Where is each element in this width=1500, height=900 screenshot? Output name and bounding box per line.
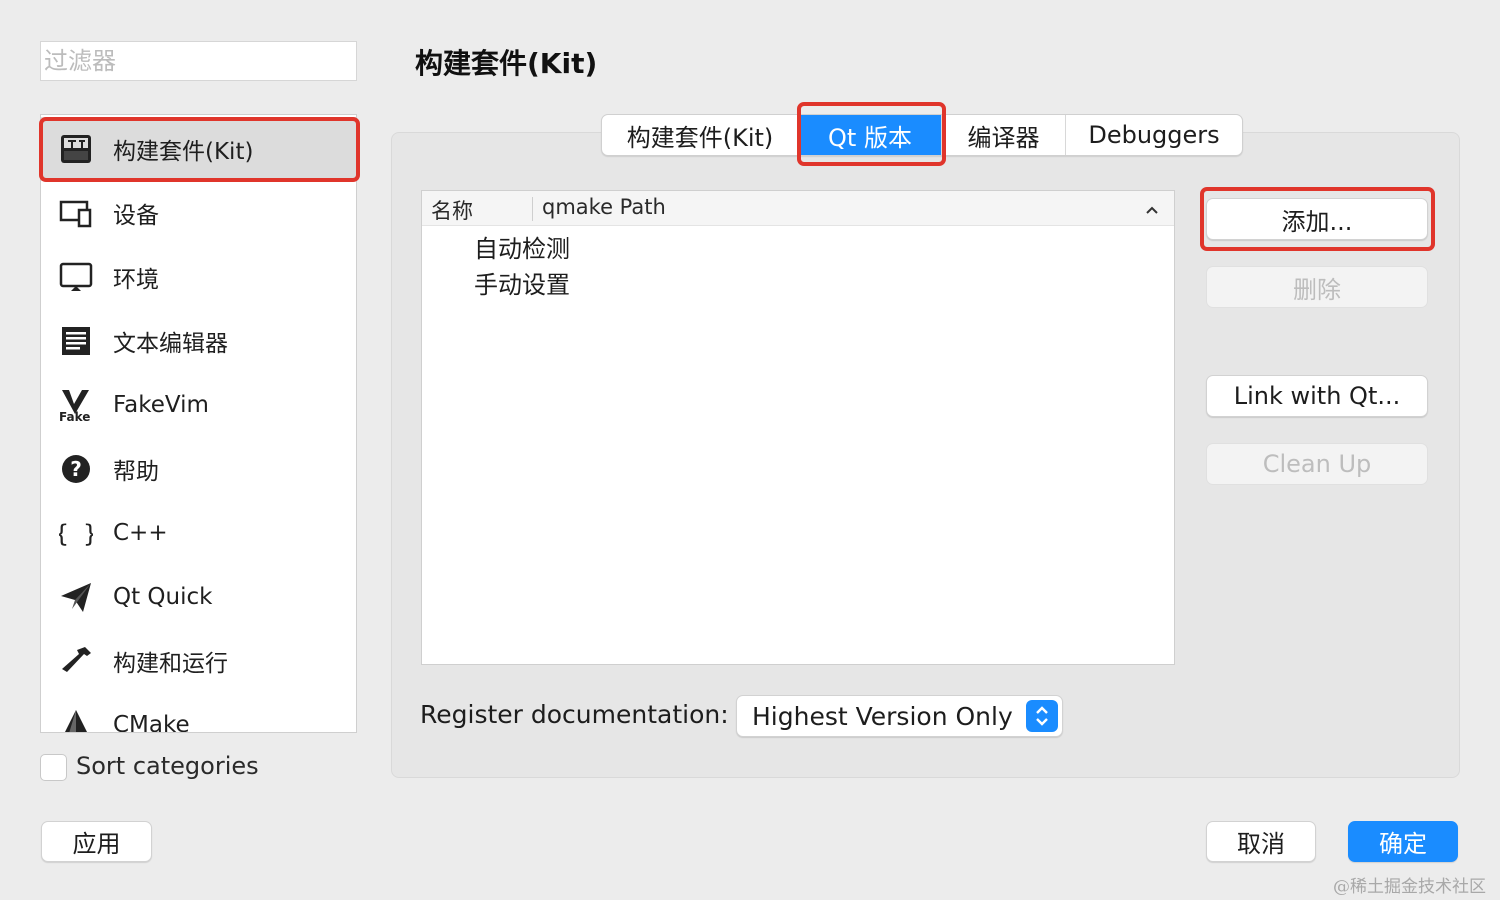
hammer-icon	[59, 644, 93, 678]
monitor-icon	[59, 260, 93, 294]
sort-categories-checkbox[interactable]	[40, 754, 67, 781]
sidebar-item-build-run[interactable]: 构建和运行	[41, 629, 356, 693]
sidebar-item-label: 文本编辑器	[113, 331, 228, 357]
sidebar-item-label: 设备	[113, 203, 159, 229]
add-button[interactable]: 添加...	[1206, 198, 1428, 240]
svg-text:?: ?	[70, 457, 82, 481]
column-header-name[interactable]: 名称	[431, 195, 473, 225]
sidebar-item-label: FakeVim	[113, 392, 209, 418]
tree-item-manual[interactable]: 手动设置	[474, 265, 570, 300]
sidebar-item-label: C++	[113, 520, 168, 546]
text-editor-icon	[59, 324, 93, 358]
register-documentation-label: Register documentation:	[420, 700, 729, 729]
paper-plane-icon	[59, 580, 93, 614]
sidebar-item-help[interactable]: ? 帮助	[41, 437, 356, 501]
device-icon	[59, 196, 93, 230]
column-header-qmake-path[interactable]: qmake Path	[542, 195, 666, 219]
ok-button[interactable]: 确定	[1348, 821, 1458, 862]
clean-up-button[interactable]: Clean Up	[1206, 443, 1428, 485]
sidebar-item-label: 环境	[113, 267, 159, 293]
sidebar-item-cmake[interactable]: CMake	[41, 693, 356, 733]
tab-debuggers[interactable]: Debuggers	[1066, 115, 1242, 155]
table-header: 名称 qmake Path	[422, 191, 1174, 226]
sidebar-item-text-editor[interactable]: 文本编辑器	[41, 309, 356, 373]
sidebar-item-label: 构建套件(Kit)	[113, 139, 254, 165]
chevron-up-down-icon	[1026, 700, 1058, 732]
register-documentation-value: Highest Version Only	[752, 701, 1013, 731]
fakevim-icon: Fake	[59, 388, 93, 422]
page-title: 构建套件(Kit)	[415, 47, 598, 80]
tab-bar: 构建套件(Kit) Qt 版本 编译器 Debuggers	[601, 114, 1243, 156]
sort-categories-label: Sort categories	[76, 752, 259, 780]
remove-button[interactable]: 删除	[1206, 266, 1428, 308]
kit-icon	[59, 132, 93, 166]
category-list: 构建套件(Kit) 设备 环境 文本编辑器 Fake FakeVim ? 帮助 …	[40, 114, 357, 733]
sidebar-item-kits[interactable]: 构建套件(Kit)	[41, 117, 356, 181]
sidebar-item-label: 构建和运行	[113, 651, 228, 677]
tab-compilers[interactable]: 编译器	[942, 115, 1066, 155]
sidebar-item-cpp[interactable]: { } C++	[41, 501, 356, 565]
cmake-icon	[59, 708, 93, 732]
help-icon: ?	[59, 452, 93, 486]
sidebar-item-label: Qt Quick	[113, 584, 213, 610]
tab-kits[interactable]: 构建套件(Kit)	[602, 115, 799, 155]
sidebar-item-label: 帮助	[113, 459, 159, 485]
svg-text:Fake: Fake	[59, 410, 90, 422]
register-documentation-select[interactable]: Highest Version Only	[736, 695, 1063, 737]
watermark: @稀土掘金技术社区	[1333, 877, 1486, 897]
chevron-up-icon[interactable]	[1144, 199, 1160, 223]
sidebar-item-qt-quick[interactable]: Qt Quick	[41, 565, 356, 629]
braces-icon: { }	[59, 516, 93, 550]
tree-item-auto-detected[interactable]: 自动检测	[474, 229, 570, 264]
sidebar-item-devices[interactable]: 设备	[41, 181, 356, 245]
tab-qt-versions[interactable]: Qt 版本	[799, 115, 942, 155]
cancel-button[interactable]: 取消	[1206, 821, 1316, 862]
svg-text:{ }: { }	[59, 520, 93, 548]
sidebar-item-environment[interactable]: 环境	[41, 245, 356, 309]
apply-button[interactable]: 应用	[41, 821, 152, 862]
filter-input[interactable]	[40, 41, 357, 81]
column-separator	[532, 197, 533, 221]
qt-versions-tree[interactable]: 名称 qmake Path 自动检测 手动设置	[421, 190, 1175, 665]
sidebar-item-label: CMake	[113, 712, 190, 733]
sidebar-item-fakevim[interactable]: Fake FakeVim	[41, 373, 356, 437]
link-with-qt-button[interactable]: Link with Qt...	[1206, 375, 1428, 417]
